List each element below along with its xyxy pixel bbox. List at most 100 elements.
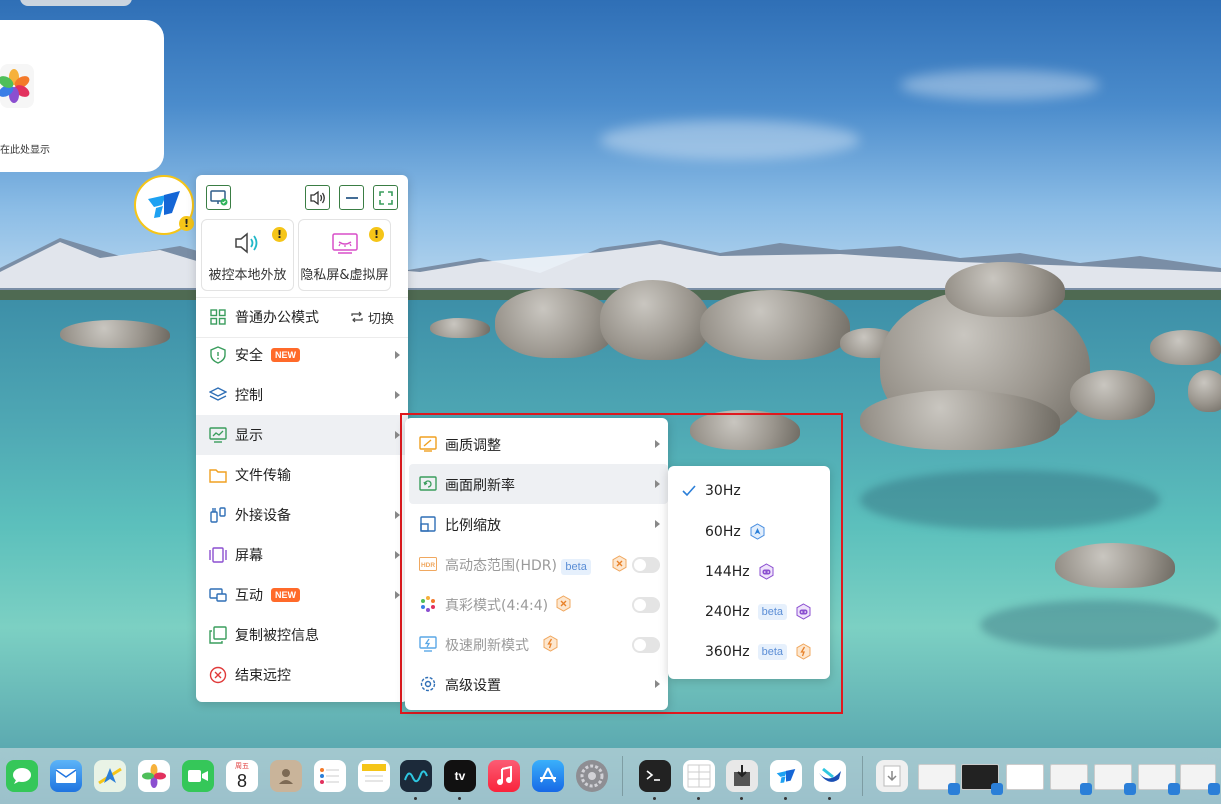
lark-app-icon[interactable] — [814, 760, 846, 792]
photos-app-icon[interactable] — [138, 760, 170, 792]
hdr-label-text: 高动态范围(HDR) — [445, 558, 557, 574]
rate-option-240hz[interactable]: 240Hz beta — [668, 592, 830, 632]
fullscreen-button[interactable] — [373, 185, 398, 210]
finder-mini-icon — [1124, 783, 1136, 795]
window-thumbnail[interactable] — [1138, 764, 1180, 795]
remote-control-menu: ! 被控本地外放 ! 隐私屏&虚拟屏 普通办公模式 切换 安全 NEW 控制 显… — [196, 175, 408, 702]
submenu-item-hdr[interactable]: HDR 高动态范围(HDR) beta — [409, 544, 668, 584]
beta-badge: beta — [757, 643, 788, 660]
menu-item-security[interactable]: 安全 NEW — [196, 335, 408, 375]
widget-top-pill — [20, 0, 132, 6]
downloads-stack-icon[interactable] — [876, 760, 908, 792]
contacts-app-icon[interactable] — [270, 760, 302, 792]
dock: 周五 8 tv — [0, 748, 1221, 804]
submenu-item-true-color[interactable]: 真彩模式(4:4:4) — [409, 584, 668, 624]
display-submenu: 画质调整 画面刷新率 比例缩放 HDR 高动态范围(HDR) beta 真彩模式… — [405, 418, 668, 710]
window-thumbnail[interactable] — [1006, 764, 1044, 790]
rate-value: 60Hz — [705, 523, 741, 540]
submenu-item-hdr-label: 高动态范围(HDR) beta — [445, 555, 591, 575]
submenu-item-advanced[interactable]: 高级设置 — [409, 664, 668, 704]
rate-value: 144Hz — [705, 563, 750, 580]
spreadsheet-app-icon[interactable] — [683, 760, 715, 792]
notes-app-icon[interactable] — [358, 760, 390, 792]
reminders-app-icon[interactable] — [314, 760, 346, 792]
beta-badge: beta — [757, 603, 788, 620]
installer-app-icon[interactable] — [726, 760, 758, 792]
submenu-item-quality[interactable]: 画质调整 — [409, 424, 668, 464]
menu-item-screen[interactable]: 屏幕 — [196, 535, 408, 575]
checkmark-icon — [682, 484, 696, 500]
remote-audio-card[interactable]: ! 被控本地外放 — [201, 219, 294, 291]
menu-item-copy-info[interactable]: 复制被控信息 — [196, 615, 408, 655]
chevron-right-icon — [395, 351, 400, 359]
volume-button[interactable] — [305, 185, 330, 210]
running-indicator — [458, 797, 461, 800]
freeform-app-icon[interactable] — [400, 760, 432, 792]
running-indicator — [740, 797, 743, 800]
dock-separator — [862, 756, 863, 796]
screens-icon — [209, 546, 227, 564]
remote-app-floating-button[interactable]: ! — [134, 175, 194, 235]
terminal-app-icon[interactable] — [639, 760, 671, 792]
warning-icon: ! — [369, 227, 384, 242]
privacy-virtual-screen-card[interactable]: ! 隐私屏&虚拟屏 — [298, 219, 391, 291]
rate-option-30hz[interactable]: 30Hz — [668, 472, 830, 512]
premium-badge-icon — [555, 595, 572, 612]
rate-option-144hz[interactable]: 144Hz — [668, 552, 830, 592]
photos-widget[interactable]: 片将在此处显示 — [0, 20, 164, 172]
minimize-button[interactable] — [339, 185, 364, 210]
rate-option-60hz[interactable]: 60Hz — [668, 512, 830, 552]
menu-item-display[interactable]: 显示 — [196, 415, 408, 455]
finder-mini-icon — [991, 783, 1003, 795]
menu-item-file-transfer-label: 文件传输 — [235, 468, 291, 484]
remote-audio-label: 被控本地外放 — [208, 268, 287, 283]
window-thumbnail[interactable] — [1180, 764, 1220, 795]
switch-mode-button[interactable]: 切换 — [350, 308, 394, 327]
submenu-item-refresh-rate[interactable]: 画面刷新率 — [409, 464, 668, 504]
chevron-right-icon — [655, 480, 660, 488]
minus-icon — [345, 196, 358, 199]
running-indicator — [653, 797, 656, 800]
submenu-item-scaling-label: 比例缩放 — [445, 518, 501, 534]
window-thumbnail[interactable] — [961, 764, 1003, 795]
gamepad-badge-icon — [759, 563, 774, 580]
app-store-icon[interactable] — [532, 760, 564, 792]
menu-item-screen-label: 屏幕 — [235, 548, 263, 564]
apple-tv-app-icon[interactable]: tv — [444, 760, 476, 792]
mail-app-icon[interactable] — [50, 760, 82, 792]
rate-value: 30Hz — [705, 483, 741, 499]
maps-app-icon[interactable] — [94, 760, 126, 792]
music-app-icon[interactable] — [488, 760, 520, 792]
monitor-status-button[interactable] — [206, 185, 231, 210]
rate-option-label: 30Hz — [705, 483, 741, 499]
system-settings-icon[interactable] — [576, 760, 608, 792]
rate-option-360hz[interactable]: 360Hz beta — [668, 632, 830, 672]
dock-separator — [622, 756, 623, 796]
refresh-screen-icon — [419, 475, 437, 493]
todesk-app-icon[interactable] — [770, 760, 802, 792]
submenu-item-scaling[interactable]: 比例缩放 — [409, 504, 668, 544]
messages-app-icon[interactable] — [6, 760, 38, 792]
switch-arrows-icon — [351, 311, 363, 323]
copy-icon — [209, 626, 227, 644]
office-mode-row[interactable]: 普通办公模式 切换 — [196, 297, 408, 337]
lightning-badge-icon — [796, 643, 811, 660]
premium-badge-icon — [611, 555, 628, 572]
window-thumbnail[interactable] — [1094, 764, 1136, 795]
submenu-item-fast-refresh[interactable]: 极速刷新模式 — [409, 624, 668, 664]
hdr-toggle[interactable] — [632, 557, 660, 573]
svg-text:HDR: HDR — [421, 562, 435, 569]
menu-item-end-remote[interactable]: 结束远控 — [196, 655, 408, 695]
true-color-toggle[interactable] — [632, 597, 660, 613]
new-badge: NEW — [271, 588, 300, 602]
finder-mini-icon — [948, 783, 960, 795]
menu-item-external-devices[interactable]: 外接设备 — [196, 495, 408, 535]
facetime-app-icon[interactable] — [182, 760, 214, 792]
fast-refresh-toggle[interactable] — [632, 637, 660, 653]
menu-item-interaction[interactable]: 互动 NEW — [196, 575, 408, 615]
menu-item-control[interactable]: 控制 — [196, 375, 408, 415]
calendar-app-icon[interactable]: 周五 8 — [226, 760, 258, 792]
window-thumbnail[interactable] — [918, 764, 960, 795]
menu-item-file-transfer[interactable]: 文件传输 — [196, 455, 408, 495]
window-thumbnail[interactable] — [1050, 764, 1092, 795]
